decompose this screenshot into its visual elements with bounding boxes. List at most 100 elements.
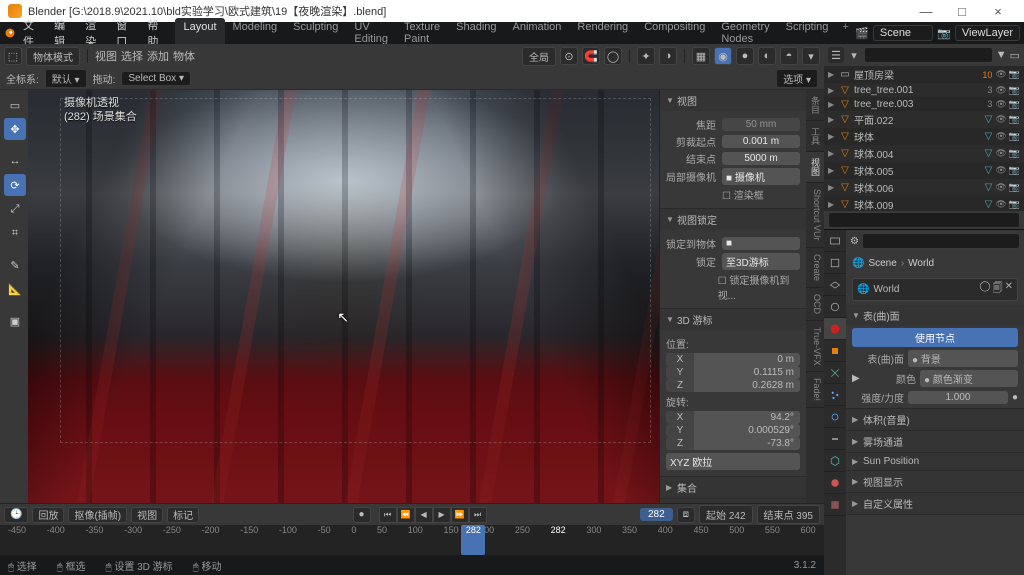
cursor-rz[interactable]: Z-73.8° <box>666 437 800 450</box>
timeline-menu-marker[interactable]: 标记 <box>167 507 199 523</box>
prop-tab-world[interactable] <box>824 318 846 340</box>
camera-icon[interactable]: 📷 <box>1009 99 1020 110</box>
timeline-ruler[interactable]: -450-400-350-300-250-200-150-100-5005010… <box>0 525 824 555</box>
new-world-icon[interactable]: ◯ <box>979 281 990 298</box>
cursor-z[interactable]: Z0.2628 m <box>666 379 800 392</box>
cursor-x[interactable]: X0 m <box>666 353 800 366</box>
outliner-editor-icon[interactable]: ☰ <box>828 47 844 63</box>
lock-3dcursor[interactable]: 至3D游标 <box>722 253 800 270</box>
shading-matprev-icon[interactable]: ◐ <box>758 47 776 65</box>
transform-orientation[interactable]: 全局 <box>522 47 556 66</box>
tool-measure[interactable]: 📐 <box>4 278 26 300</box>
options-dropdown[interactable]: 选项 ▾ <box>776 69 818 88</box>
header-menu-object[interactable]: 物体 <box>173 48 195 64</box>
camera-icon[interactable]: 📷 <box>1009 199 1020 210</box>
cursor-rotation-mode[interactable]: XYZ 欧拉 <box>666 453 800 470</box>
minimize-button[interactable]: — <box>908 4 944 19</box>
frame-start[interactable]: 起始 242 <box>699 505 752 524</box>
local-cam-value[interactable]: ■ 摄像机 <box>722 168 800 185</box>
panel-head-mist[interactable]: ▶雾场通道 <box>846 431 1024 452</box>
timeline-editor-icon[interactable]: 🕒 <box>4 507 28 523</box>
prop-tab-physics[interactable] <box>824 406 846 428</box>
tool-select-box[interactable]: ▭ <box>4 94 26 116</box>
editor-type-icon[interactable]: ⬚ <box>4 47 22 65</box>
world-datablock[interactable]: 🌐 World ◯🗐✕ <box>852 278 1018 301</box>
shading-dropdown-icon[interactable]: ▾ <box>802 47 820 65</box>
prop-tab-object[interactable] <box>824 340 846 362</box>
pivot-icon[interactable]: ⊙ <box>560 47 578 65</box>
3d-viewport[interactable]: 摄像机透视 (282) 场景集合 ↖ <box>28 90 659 503</box>
header-menu-select[interactable]: 选择 <box>121 48 143 64</box>
mode-select[interactable]: 物体模式 <box>26 47 80 66</box>
clip-start-value[interactable]: 0.001 m <box>722 135 800 148</box>
tool-scale[interactable]: ⤢ <box>4 198 26 220</box>
panel-head-sunpos[interactable]: ▶Sun Position <box>846 453 1024 470</box>
strength-value[interactable]: 1.000 <box>908 391 1008 404</box>
panel-head-collections[interactable]: ▶集合 <box>660 477 806 498</box>
panel-head-viewlock[interactable]: ▼视图锁定 <box>660 209 806 230</box>
eye-icon[interactable]: 👁 <box>995 199 1006 210</box>
keyframe-next-icon[interactable]: ⏩ <box>451 507 469 523</box>
timeline-menu-view[interactable]: 视图 <box>131 507 163 523</box>
outliner-filter-icon[interactable]: ▼ <box>996 49 1007 61</box>
tool-add-primitive[interactable]: ▣ <box>4 310 26 332</box>
gizmo-visibility-icon[interactable]: ✦ <box>637 47 655 65</box>
properties-search[interactable] <box>862 233 1020 249</box>
eye-icon[interactable]: 👁 <box>995 148 1006 159</box>
ntab-ocd[interactable]: OCD <box>806 288 824 321</box>
lockto-field[interactable]: ■ <box>722 237 800 250</box>
tool-cursor[interactable]: ✥ <box>4 118 26 140</box>
unlink-world-icon[interactable]: 🗐 <box>993 281 1003 298</box>
color-type[interactable]: ● 颜色渐变 <box>920 370 1018 387</box>
eye-icon[interactable]: 👁 <box>995 165 1006 176</box>
ntab-shortcutvur[interactable]: Shortcut VUr <box>806 183 824 248</box>
camera-icon[interactable]: 📷 <box>1009 85 1020 96</box>
autokey-icon[interactable]: ● <box>353 507 371 523</box>
properties-editor-icon[interactable]: ⚙ <box>850 236 859 247</box>
panel-head-viewport-display[interactable]: ▶视图显示 <box>846 471 1024 492</box>
outliner-mode-icon[interactable]: ▾ <box>847 49 861 62</box>
playhead[interactable]: 282 <box>461 525 485 555</box>
camera-icon[interactable]: 📷 <box>1009 69 1020 80</box>
camera-icon[interactable]: 📷 <box>1009 182 1020 193</box>
prop-tab-data[interactable] <box>824 450 846 472</box>
header-menu-add[interactable]: 添加 <box>147 48 169 64</box>
viewlayer-field[interactable]: ViewLayer <box>955 25 1020 41</box>
header-menu-view[interactable]: 视图 <box>95 48 117 64</box>
panel-head-surface[interactable]: ▼表(曲)面 <box>846 305 1024 326</box>
overlay-visibility-icon[interactable]: ◑ <box>659 47 677 65</box>
clip-end-value[interactable]: 5000 m <box>722 152 800 165</box>
camera-icon[interactable]: 📷 <box>1009 148 1020 159</box>
eye-icon[interactable]: 👁 <box>995 99 1006 110</box>
current-frame[interactable]: 282 <box>640 508 673 521</box>
camera-icon[interactable]: 📷 <box>1009 165 1020 176</box>
delete-world-icon[interactable]: ✕ <box>1005 281 1013 298</box>
eye-icon[interactable]: 👁 <box>995 182 1006 193</box>
eye-icon[interactable]: 👁 <box>995 114 1006 125</box>
frame-end[interactable]: 结束点 395 <box>757 505 820 524</box>
proportional-edit-icon[interactable]: ◯ <box>604 47 622 65</box>
prop-tab-render[interactable] <box>824 230 846 252</box>
eye-icon[interactable]: 👁 <box>995 85 1006 96</box>
render-region-check[interactable]: ☐ 渲染框 <box>722 187 764 202</box>
timeline-menu-playback[interactable]: 回放 <box>32 507 64 523</box>
drag-field[interactable]: Select Box ▾ <box>121 71 191 86</box>
cursor-ry[interactable]: Y0.000529° <box>666 424 800 437</box>
xray-icon[interactable]: ▦ <box>692 47 710 65</box>
jump-end-icon[interactable]: ⏭ <box>469 507 487 523</box>
prop-tab-scene[interactable] <box>824 296 846 318</box>
prop-tab-particles[interactable] <box>824 384 846 406</box>
orientation-field[interactable]: 默认 ▾ <box>45 69 87 88</box>
ntab-create[interactable]: Create <box>806 248 824 288</box>
surface-type[interactable]: ● 背景 <box>908 350 1018 367</box>
camera-icon[interactable]: 📷 <box>1009 131 1020 142</box>
preview-range-icon[interactable]: ⧈ <box>677 507 695 523</box>
panel-head-customprops[interactable]: ▶自定义属性 <box>846 493 1024 514</box>
ntab-view[interactable]: 视图 <box>806 152 824 183</box>
focal-value[interactable]: 50 mm <box>722 118 800 131</box>
tool-rotate[interactable]: ⟳ <box>4 174 26 196</box>
snap-toggle-icon[interactable]: 🧲 <box>582 47 600 65</box>
outliner-new-collection-icon[interactable]: ▭ <box>1010 49 1020 62</box>
ntab-truevfx[interactable]: True-VFX <box>806 321 824 373</box>
panel-head-view[interactable]: ▼视图 <box>660 90 806 111</box>
